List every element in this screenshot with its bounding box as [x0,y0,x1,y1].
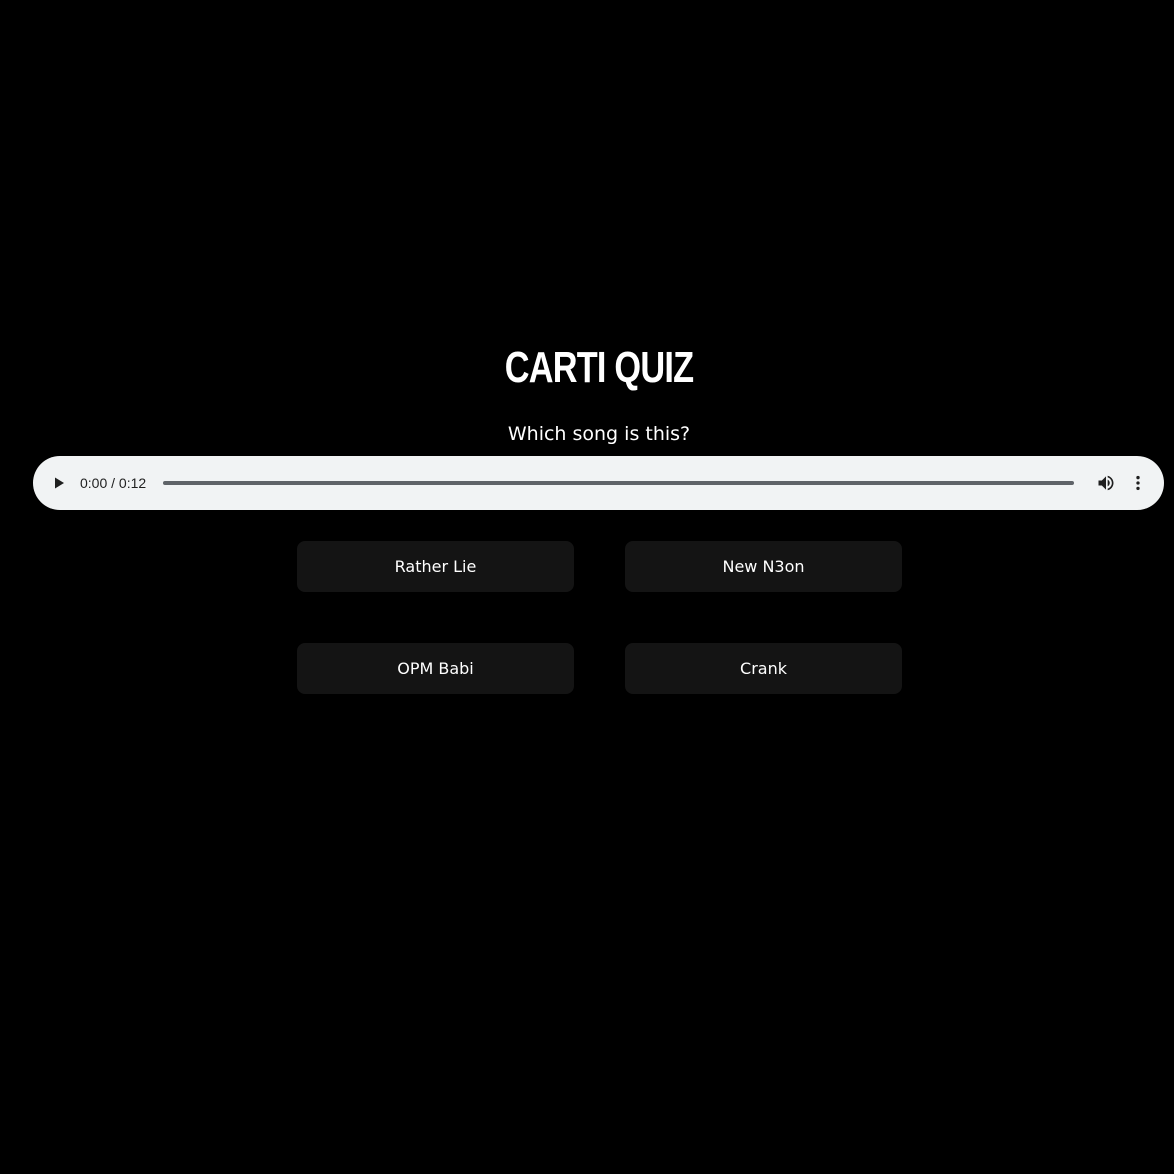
more-vert-icon [1136,475,1140,491]
volume-icon [1098,475,1114,491]
play-icon [55,477,64,489]
answer-button-1[interactable]: Rather Lie [297,541,574,592]
quiz-title: CARTI QUIZ [504,343,694,392]
answer-button-4[interactable]: Crank [625,643,902,694]
time-display: 0:00 / 0:12 [80,475,147,491]
play-button[interactable] [47,471,71,495]
more-options-button[interactable] [1126,471,1150,495]
volume-button[interactable] [1094,471,1118,495]
answer-button-3[interactable]: OPM Babi [297,643,574,694]
quiz-page: CARTI QUIZ Which song is this? 0:00 / 0:… [0,0,1174,1174]
audio-player[interactable]: 0:00 / 0:12 [33,456,1164,510]
answer-button-2[interactable]: New N3on [625,541,902,592]
question-text: Which song is this? [507,423,691,445]
seek-bar[interactable] [163,481,1074,485]
